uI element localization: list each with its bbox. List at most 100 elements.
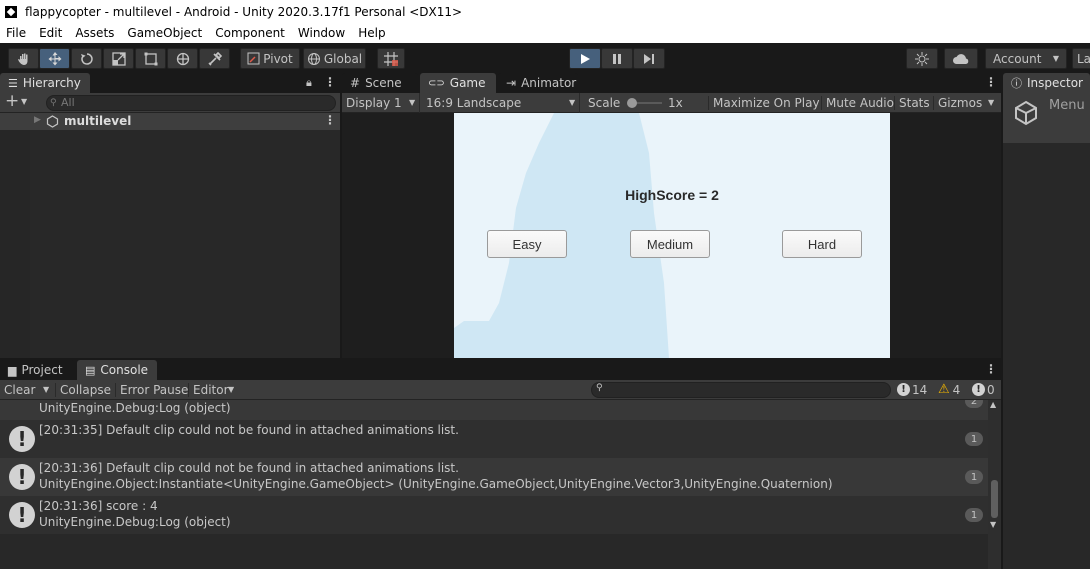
- menu-gameobject[interactable]: GameObject: [121, 26, 209, 40]
- scale-slider-thumb[interactable]: [627, 98, 637, 108]
- tab-scene[interactable]: # Scene: [342, 73, 418, 93]
- game-toolbar: Display 1 ▼ 16:9 Landscape ▼ Scale 1x Ma…: [342, 92, 1001, 113]
- lock-icon[interactable]: 🔒︎: [306, 76, 312, 90]
- step-icon: [644, 53, 654, 64]
- play-button[interactable]: [569, 48, 601, 69]
- scroll-down-icon[interactable]: ▼: [990, 520, 996, 529]
- add-icon[interactable]: +: [5, 91, 19, 111]
- account-label: Account: [993, 51, 1042, 66]
- menu-bar: File Edit Assets GameObject Component Wi…: [0, 23, 1090, 43]
- pivot-label: Pivot: [263, 51, 293, 66]
- layers-dropdown[interactable]: La: [1072, 48, 1090, 69]
- easy-button[interactable]: Easy: [487, 230, 567, 258]
- log-count-badge: 1: [965, 508, 983, 522]
- tab-project[interactable]: ▆ Project: [0, 360, 75, 380]
- medium-button[interactable]: Medium: [630, 230, 710, 258]
- rotate-tool-button[interactable]: [71, 48, 102, 69]
- rect-tool-button[interactable]: [135, 48, 166, 69]
- aspect-dropdown[interactable]: 16:9 Landscape ▼: [422, 92, 580, 113]
- log-filter-toggle[interactable]: ! 14: [897, 383, 927, 397]
- game-tab-label: Game: [449, 76, 486, 90]
- hierarchy-tabbar: ☰ Hierarchy 🔒︎ ⋮: [0, 73, 340, 93]
- scale-tool-button[interactable]: [103, 48, 134, 69]
- error-filter-toggle[interactable]: ! 0: [972, 383, 995, 397]
- hierarchy-search-input[interactable]: ⚲ All: [46, 95, 336, 111]
- display-label: Display 1: [346, 95, 402, 110]
- display-dropdown[interactable]: Display 1 ▼: [342, 92, 420, 113]
- info-log-icon: !: [897, 383, 910, 396]
- chevron-down-icon[interactable]: ▼: [988, 98, 994, 107]
- global-toggle[interactable]: Global: [303, 48, 366, 69]
- account-dropdown[interactable]: Account ▼: [985, 48, 1067, 69]
- menu-edit[interactable]: Edit: [33, 26, 69, 40]
- pause-icon: [613, 53, 621, 64]
- tab-animator[interactable]: ⇥ Animator: [498, 73, 578, 93]
- mute-audio-toggle[interactable]: Mute Audio: [821, 95, 898, 110]
- scrollbar-thumb[interactable]: [991, 480, 998, 518]
- menu-assets[interactable]: Assets: [69, 26, 121, 40]
- tab-console[interactable]: ▤ Console: [77, 360, 157, 380]
- hierarchy-scene-row[interactable]: ▶ multilevel ⋮: [0, 113, 340, 130]
- log-entry[interactable]: ! [20:31:35] Default clip could not be f…: [0, 420, 988, 458]
- game-view: HighScore = 2 Easy Medium Hard: [342, 113, 1001, 358]
- hand-icon: [17, 53, 27, 65]
- maximize-on-play-toggle[interactable]: Maximize On Play: [708, 95, 824, 110]
- expand-arrow-icon[interactable]: ▶: [34, 115, 41, 125]
- collab-icon: [915, 51, 929, 66]
- collapse-toggle[interactable]: Collapse: [55, 382, 115, 397]
- scroll-up-icon[interactable]: ▲: [990, 400, 996, 409]
- window-title: flappycopter - multilevel - Android - Un…: [25, 4, 463, 19]
- move-tool-button[interactable]: [39, 48, 70, 69]
- hierarchy-gutter: [0, 130, 30, 358]
- log-entry-line1: [20:31:35] Default clip could not be fou…: [39, 423, 459, 437]
- clear-button[interactable]: Clear: [4, 383, 35, 397]
- cloud-button[interactable]: [944, 48, 978, 69]
- log-entry[interactable]: ! [20:31:36] score : 4 UnityEngine.Debug…: [0, 496, 988, 534]
- transform-tool-button[interactable]: [167, 48, 198, 69]
- log-entry[interactable]: UnityEngine.Debug:Log (object) 2: [0, 400, 988, 420]
- grid-snap-button[interactable]: [377, 48, 405, 69]
- log-entry-line1: [20:31:36] Default clip could not be fou…: [39, 461, 459, 475]
- info-log-icon: !: [9, 502, 35, 528]
- error-pause-toggle[interactable]: Error Pause: [115, 382, 192, 397]
- hand-tool-button[interactable]: [8, 48, 39, 69]
- pivot-toggle[interactable]: Pivot: [240, 48, 300, 69]
- inspector-object-name: Menu: [1049, 98, 1085, 113]
- kebab-menu-icon[interactable]: ⋮: [324, 75, 336, 89]
- chevron-down-icon[interactable]: ▼: [228, 385, 234, 394]
- hard-button[interactable]: Hard: [782, 230, 862, 258]
- kebab-menu-icon[interactable]: ⋮: [985, 75, 997, 89]
- tab-hierarchy[interactable]: ☰ Hierarchy: [0, 73, 90, 93]
- console-scrollbar[interactable]: ▲ ▼: [988, 400, 1001, 569]
- menu-help[interactable]: Help: [352, 26, 392, 40]
- console-search-input[interactable]: ⚲: [591, 382, 891, 398]
- step-button[interactable]: [633, 48, 665, 69]
- game-panel: # Scene ⊂⊃ Game ⇥ Animator ⋮ Display 1 ▼…: [342, 73, 1001, 358]
- editor-dropdown[interactable]: Editor: [188, 382, 233, 397]
- tab-game[interactable]: ⊂⊃ Game: [420, 73, 496, 93]
- collab-button[interactable]: [906, 48, 938, 69]
- chevron-down-icon[interactable]: ▼: [21, 97, 27, 106]
- menu-component[interactable]: Component: [209, 26, 292, 40]
- console-log-list: UnityEngine.Debug:Log (object) 2 ! [20:3…: [0, 400, 988, 569]
- stats-toggle[interactable]: Stats: [894, 95, 934, 110]
- menu-file[interactable]: File: [0, 26, 33, 40]
- console-panel: ▆ Project ▤ Console ⋮ Clear ▼ Collapse E…: [0, 360, 1001, 569]
- menu-window[interactable]: Window: [292, 26, 352, 40]
- log-entry-line1: [20:31:36] score : 4: [39, 499, 158, 513]
- error-log-icon: !: [972, 383, 985, 396]
- custom-tool-button[interactable]: [199, 48, 230, 69]
- tab-inspector[interactable]: ⓘ Inspector: [1003, 73, 1090, 93]
- unity-logo-icon: [1015, 100, 1037, 126]
- kebab-menu-icon[interactable]: ⋮: [324, 113, 336, 127]
- log-entry[interactable]: ! [20:31:36] Default clip could not be f…: [0, 458, 988, 496]
- chevron-down-icon[interactable]: ▼: [43, 385, 49, 394]
- game-screen[interactable]: HighScore = 2 Easy Medium Hard: [454, 113, 890, 358]
- warning-filter-toggle[interactable]: ⚠ 4: [938, 382, 960, 397]
- chevron-down-icon: ▼: [409, 98, 416, 107]
- kebab-menu-icon[interactable]: ⋮: [985, 362, 997, 376]
- gizmos-toggle[interactable]: Gizmos: [933, 95, 986, 110]
- bottom-tabbar: ▆ Project ▤ Console ⋮: [0, 360, 1001, 380]
- log-entry-line2: UnityEngine.Object:Instantiate<UnityEngi…: [39, 477, 833, 491]
- pause-button[interactable]: [601, 48, 633, 69]
